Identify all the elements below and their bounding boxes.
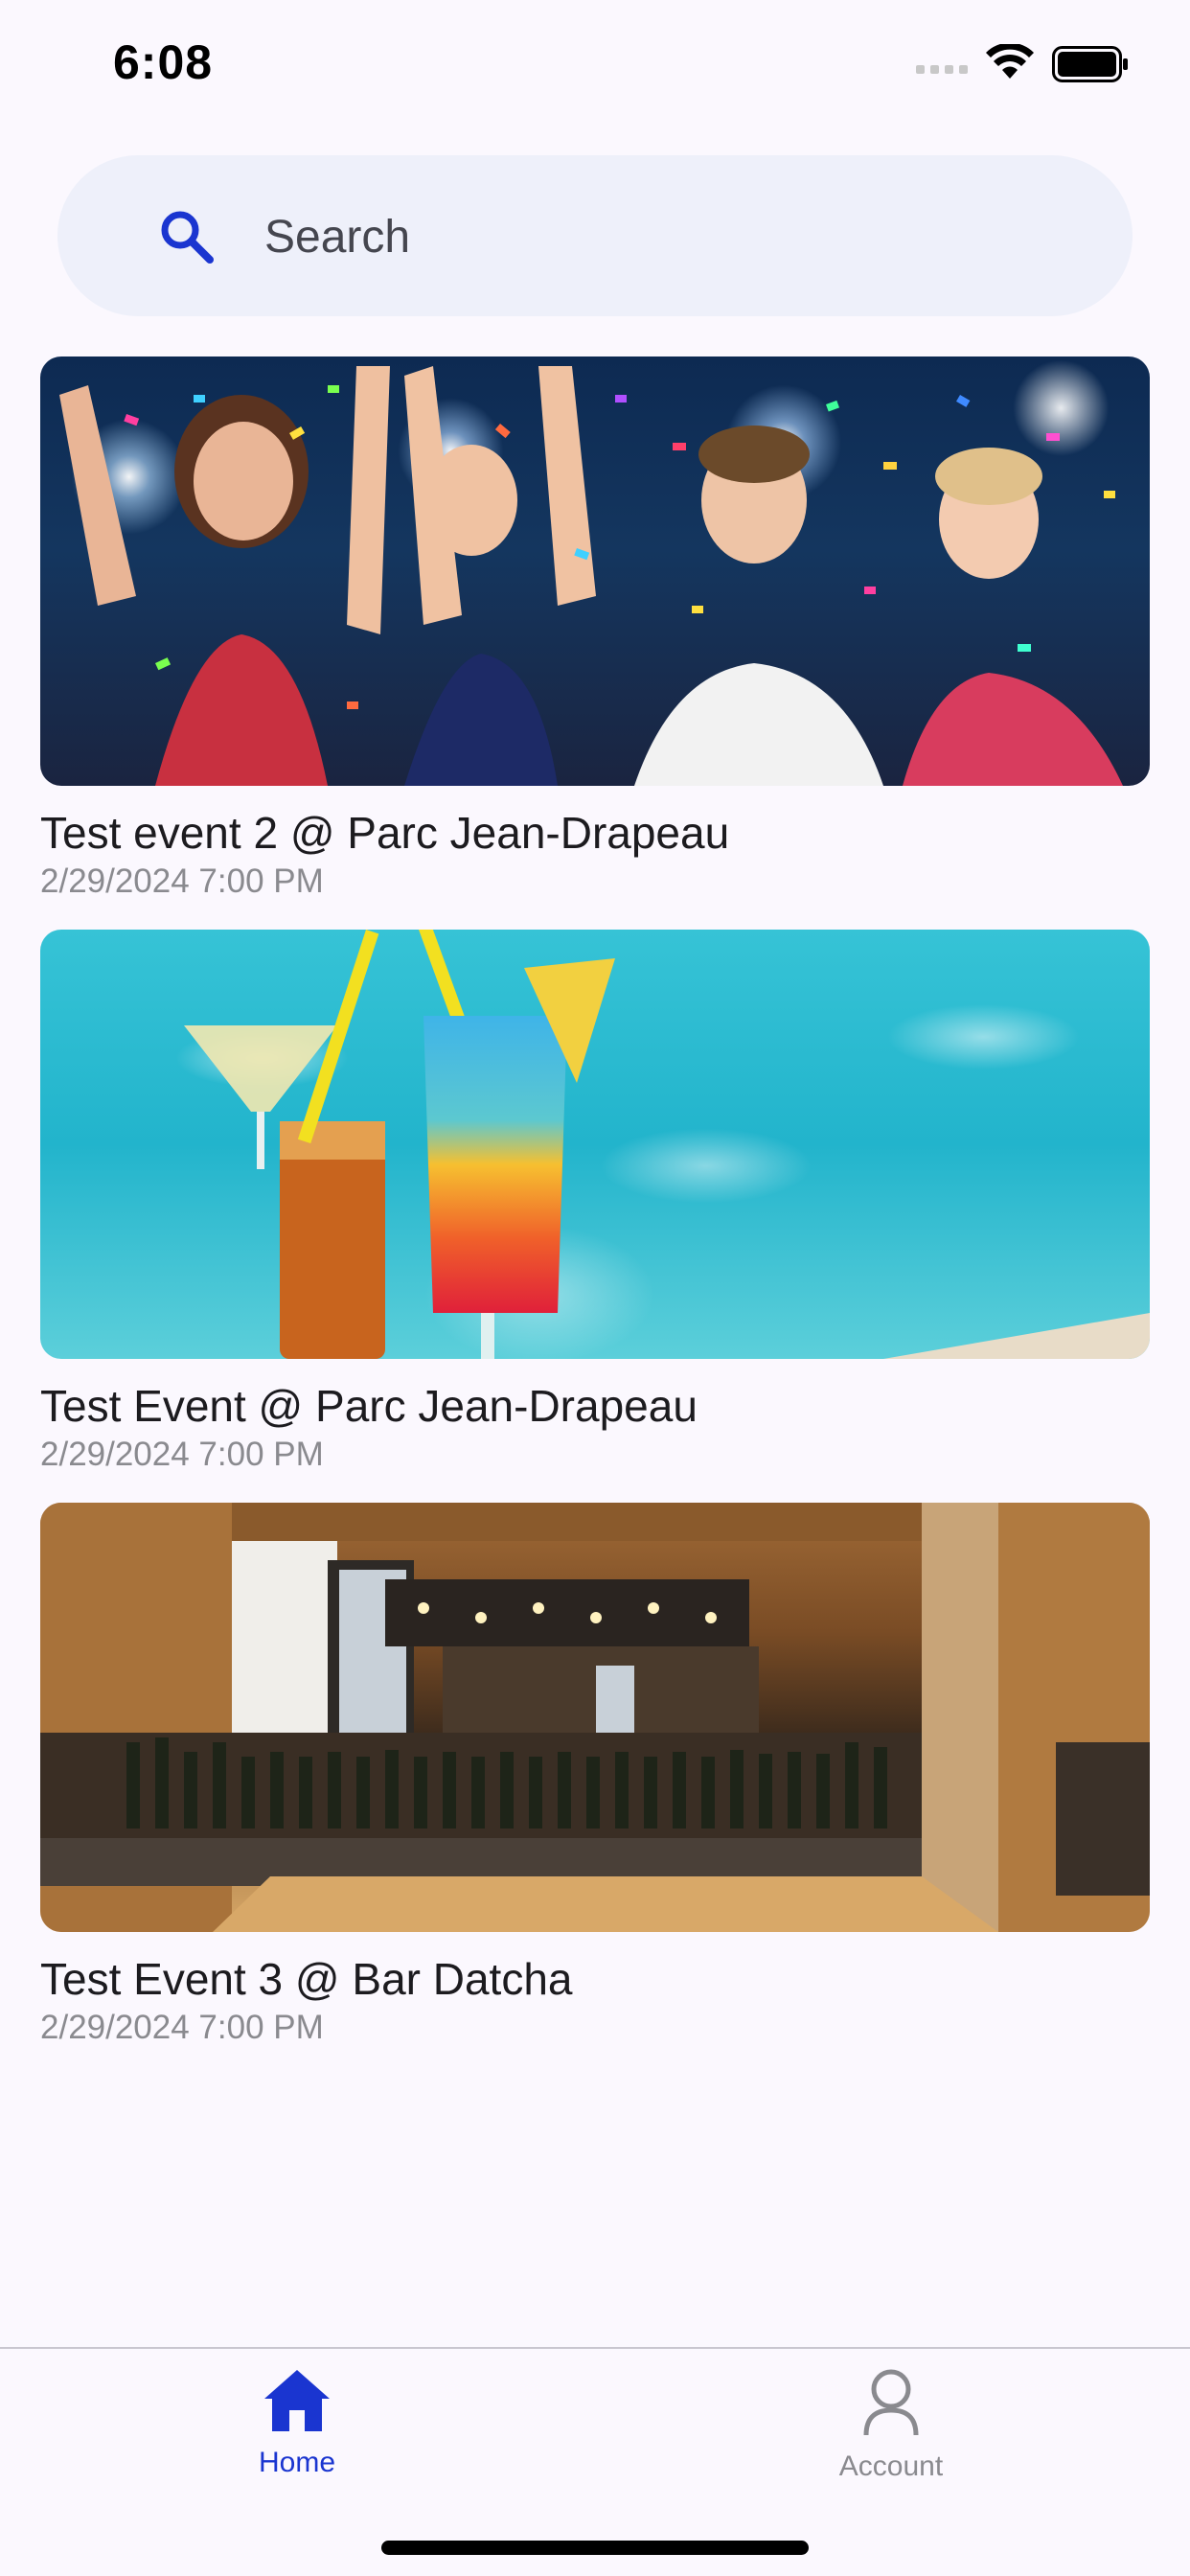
event-card[interactable]: Test event 2 @ Parc Jean-Drapeau 2/29/20… <box>40 356 1150 901</box>
event-card[interactable]: Test Event @ Parc Jean-Drapeau 2/29/2024… <box>40 930 1150 1474</box>
person-icon <box>863 2369 919 2436</box>
tab-home-label: Home <box>258 2447 336 2478</box>
status-bar: 6:08 <box>0 0 1190 134</box>
bar-interior-photo <box>40 1503 1150 1932</box>
event-image[interactable] <box>40 1503 1150 1932</box>
event-date: 2/29/2024 7:00 PM <box>40 2009 324 2046</box>
event-image[interactable] <box>40 930 1150 1359</box>
screen: 6:08 Search Test event 2 @ Parc Jean-Dra… <box>0 0 1190 2576</box>
event-card[interactable]: Test Event 3 @ Bar Datcha 2/29/2024 7:00… <box>40 1503 1150 2047</box>
search-input[interactable]: Search <box>264 211 410 264</box>
tab-account[interactable]: Account <box>747 2368 1035 2502</box>
party-photo <box>59 366 1123 786</box>
search-icon <box>161 211 214 264</box>
status-time: 6:08 <box>113 35 214 89</box>
event-title: Test Event 3 @ Bar Datcha <box>40 1954 573 2004</box>
cellular-signal-icon <box>916 65 968 74</box>
event-title: Test event 2 @ Parc Jean-Drapeau <box>40 808 730 858</box>
event-date: 2/29/2024 7:00 PM <box>40 862 324 900</box>
home-indicator[interactable] <box>381 2541 809 2555</box>
event-image[interactable] <box>40 356 1150 786</box>
battery-icon <box>1052 46 1128 82</box>
tab-account-label: Account <box>838 2450 944 2482</box>
home-icon <box>264 2370 330 2431</box>
event-date: 2/29/2024 7:00 PM <box>40 1436 324 1473</box>
event-title: Test Event @ Parc Jean-Drapeau <box>40 1381 698 1431</box>
search-bar[interactable]: Search <box>57 155 1133 316</box>
cocktails-photo <box>184 930 1150 1359</box>
wifi-icon <box>986 44 1034 79</box>
tab-home[interactable]: Home <box>153 2368 441 2502</box>
